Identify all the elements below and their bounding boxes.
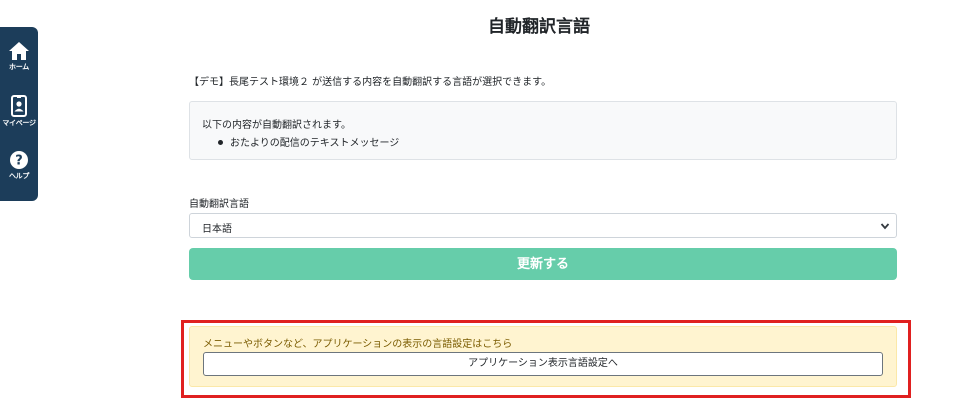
list-item-text: おたよりの配信のテキストメッセージ [230, 138, 400, 149]
side-navigation: ホーム マイページ ? ヘルプ [0, 27, 38, 201]
bullet-icon [218, 139, 223, 145]
page-title: 自動翻訳言語 [488, 17, 590, 37]
sidebar-item-help[interactable]: ? ヘルプ [0, 150, 38, 181]
chevron-down-icon [880, 223, 890, 230]
sidebar-item-label: ヘルプ [8, 172, 30, 180]
ui-language-settings-button[interactable]: アプリケーション表示言語設定へ [203, 352, 883, 376]
language-select-label: 自動翻訳言語 [189, 199, 249, 210]
home-icon [9, 42, 29, 60]
list-item: おたよりの配信のテキストメッセージ [202, 134, 896, 149]
sidebar-item-home[interactable]: ホーム [0, 41, 38, 72]
info-box: 以下の内容が自動翻訳されます。 おたよりの配信のテキストメッセージ [189, 101, 897, 160]
language-select-value: 日本語 [202, 224, 232, 235]
sidebar-item-mypage[interactable]: マイページ [0, 95, 38, 128]
ui-language-message: メニューやボタンなど、アプリケーションの表示の言語設定はこちら [203, 339, 513, 350]
svg-text:?: ? [15, 154, 23, 169]
intro-text: 【デモ】長尾テスト環境２ が送信する内容を自動翻訳する言語が選択できます。 [189, 77, 552, 88]
sidebar-item-label: マイページ [2, 119, 36, 127]
info-heading: 以下の内容が自動翻訳されます。 [202, 120, 351, 131]
update-button[interactable]: 更新する [189, 248, 897, 280]
help-icon: ? [10, 151, 28, 169]
language-select[interactable]: 日本語 [189, 213, 897, 238]
sidebar-item-label: ホーム [9, 63, 29, 71]
id-badge-icon [11, 95, 27, 117]
ui-language-notice: メニューやボタンなど、アプリケーションの表示の言語設定はこちら アプリケーション… [189, 326, 897, 387]
